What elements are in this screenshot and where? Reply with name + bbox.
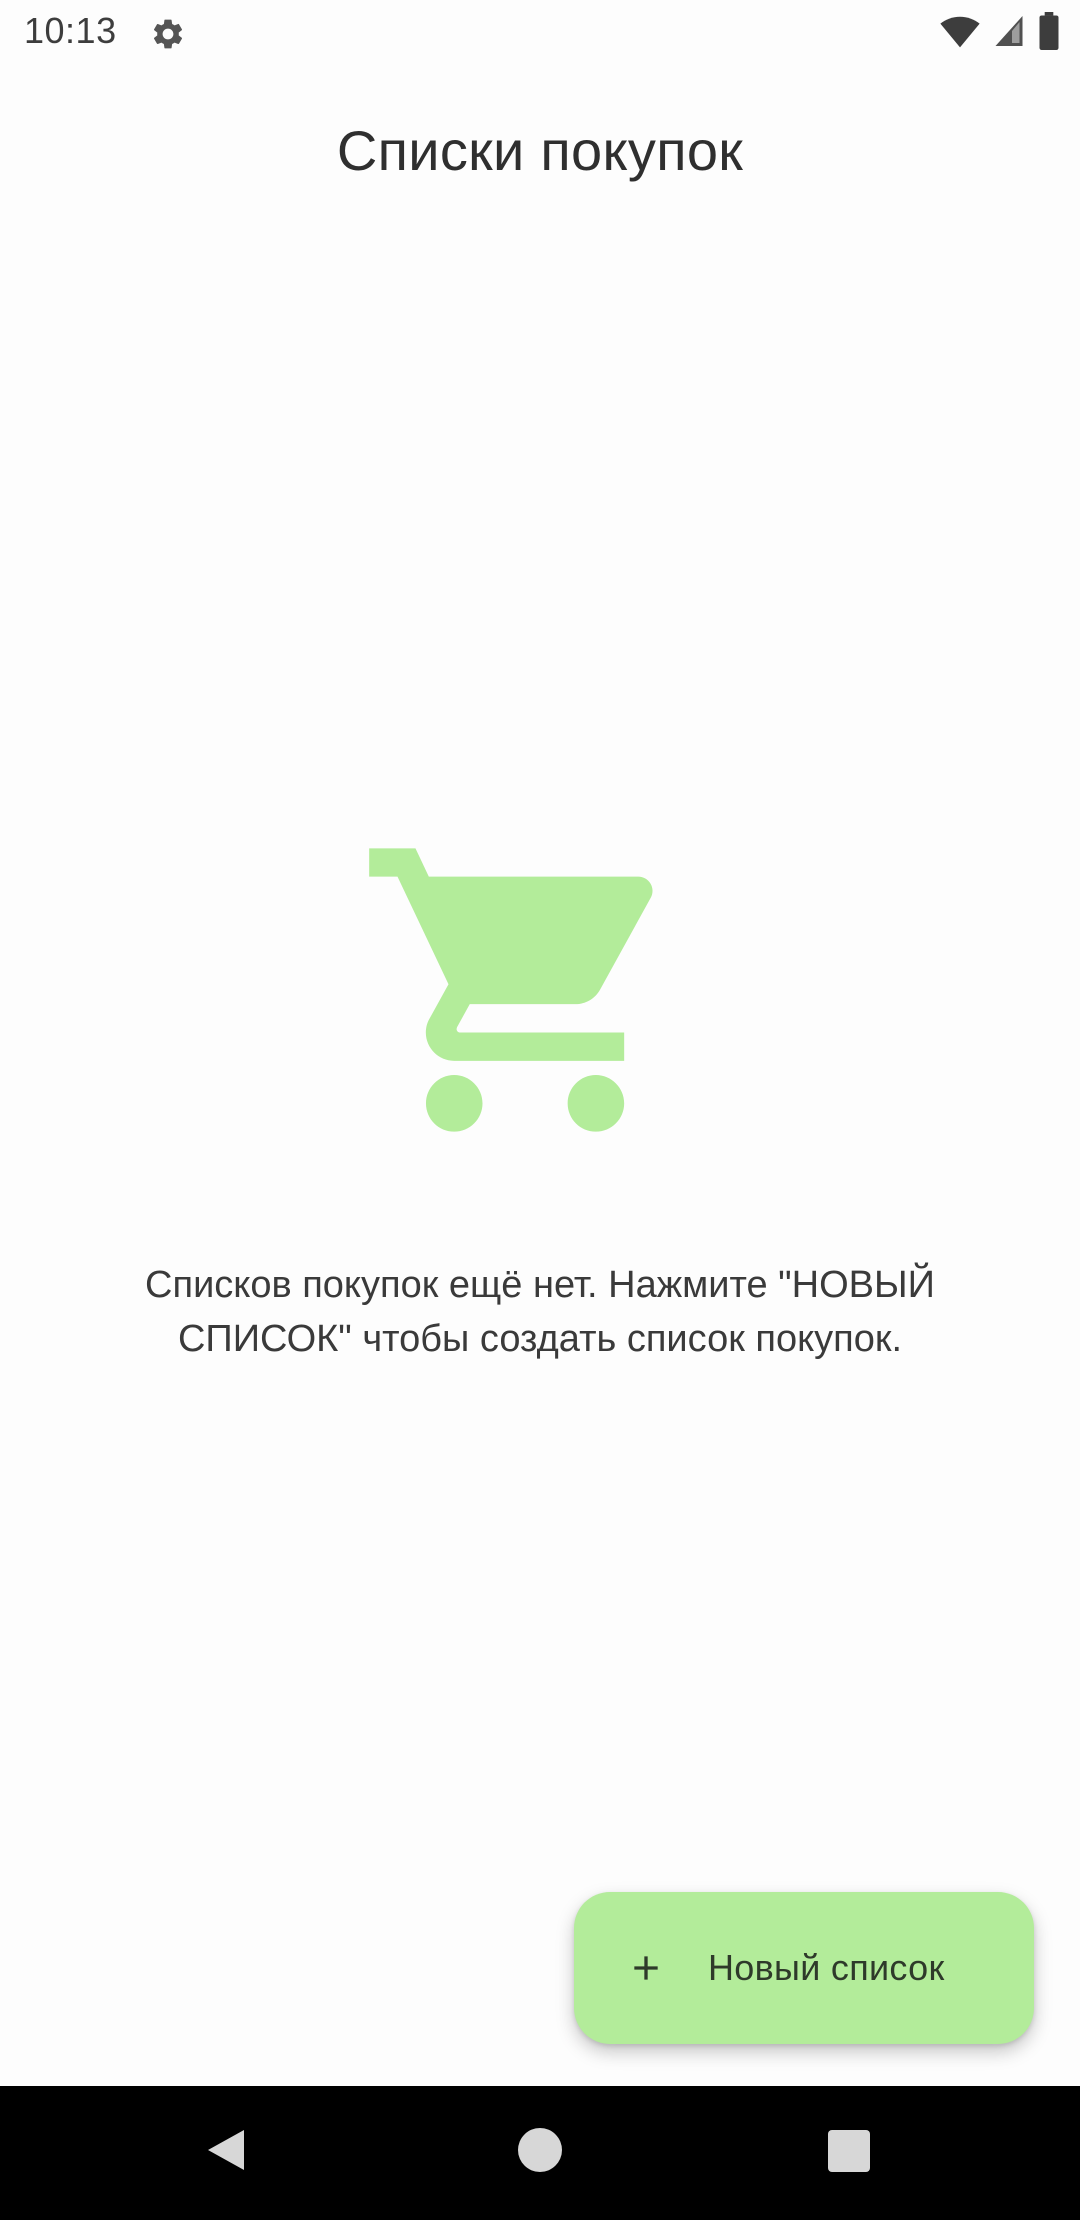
plus-icon xyxy=(634,1956,658,1980)
status-icons xyxy=(940,12,1060,50)
app-screen: 10:13 Списки покупок Списков покупок ещё… xyxy=(0,0,1080,2220)
recents-square-icon[interactable] xyxy=(828,2130,870,2172)
battery-icon xyxy=(1039,12,1059,50)
status-bar: 10:13 xyxy=(0,0,1080,68)
shopping-cart-icon xyxy=(369,848,653,1132)
page-title: Списки покупок xyxy=(336,119,744,182)
signal-icon xyxy=(995,16,1023,46)
back-triangle-icon[interactable] xyxy=(204,2126,248,2174)
empty-state-message: Списков покупок ещё нет. Нажмите "НОВЫЙ … xyxy=(145,1264,935,1360)
gear-icon xyxy=(153,19,183,49)
new-list-button-label: Новый список xyxy=(708,1947,945,1988)
new-list-button[interactable]: Новый список xyxy=(574,1892,1034,2044)
wifi-icon xyxy=(940,16,980,48)
status-time: 10:13 xyxy=(24,10,117,51)
home-circle-icon[interactable] xyxy=(518,2128,562,2172)
navigation-bar xyxy=(0,2086,1080,2220)
